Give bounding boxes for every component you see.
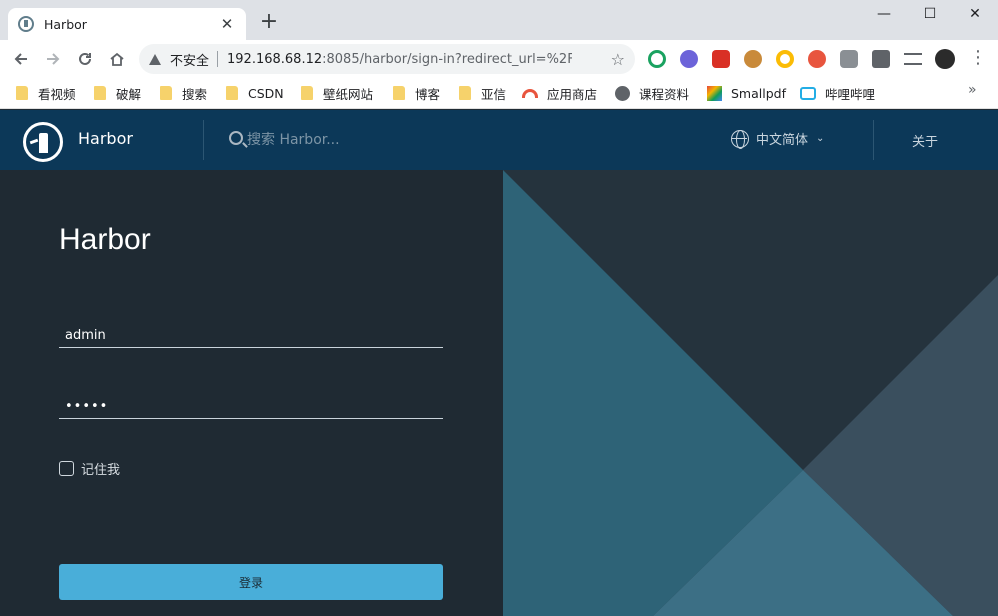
login-title: Harbor <box>59 223 151 256</box>
minimize-button[interactable]: — <box>861 0 907 28</box>
bookmark-item[interactable]: 课程资料 <box>615 83 689 103</box>
remember-me-label[interactable]: 记住我 <box>81 459 120 478</box>
bookmark-label: 哔哩哔哩 <box>825 86 876 102</box>
bookmark-label: 破解 <box>116 86 142 102</box>
app-header: Harbor 中文简体 ⌄ 关于 <box>0 110 998 170</box>
folder-icon <box>94 86 106 100</box>
remember-me-checkbox[interactable] <box>59 461 74 476</box>
login-button[interactable]: 登录 <box>59 564 443 600</box>
security-status[interactable]: 不安全 <box>170 50 209 69</box>
bookmark-item[interactable]: 搜索 <box>160 83 207 103</box>
about-link[interactable]: 关于 <box>912 131 938 150</box>
folder-icon <box>226 86 238 100</box>
browser-toolbar: 不安全 192.168.68.12 :8085/harbor/sign-in?r… <box>0 40 998 78</box>
search-icon <box>229 131 243 145</box>
globe-icon <box>731 129 749 149</box>
extension-chrome-icon[interactable] <box>776 50 794 68</box>
bookmark-label: 亚信 <box>481 86 507 102</box>
bookmark-item[interactable]: Smallpdf <box>707 83 786 103</box>
folder-icon <box>160 86 172 100</box>
header-divider <box>873 120 874 160</box>
bookmark-item[interactable]: 破解 <box>94 83 141 103</box>
bookmark-item[interactable]: 博客 <box>393 83 440 103</box>
url-path: :8085/harbor/sign-in?redirect_url=%2Fhar… <box>322 51 573 67</box>
bookmark-label: 看视频 <box>38 86 76 102</box>
password-input[interactable] <box>59 395 443 419</box>
maximize-button[interactable]: ☐ <box>907 0 953 28</box>
login-panel: Harbor 记住我 登录 <box>0 170 503 616</box>
app-name[interactable]: Harbor <box>78 129 133 148</box>
rainbow-icon <box>522 88 538 98</box>
bookmark-label: 壁纸网站 <box>323 86 374 102</box>
bookmark-label: 应用商店 <box>547 86 598 102</box>
bilibili-icon <box>800 86 816 100</box>
bookmarks-overflow-icon[interactable]: » <box>968 82 977 98</box>
extension-green-icon[interactable] <box>648 50 666 68</box>
bookmark-label: CSDN <box>248 85 284 101</box>
folder-icon <box>16 86 28 100</box>
browser-tab[interactable]: Harbor ✕ <box>8 8 246 40</box>
header-divider <box>203 120 204 160</box>
global-search-input[interactable] <box>247 129 447 151</box>
remember-me[interactable]: 记住我 <box>59 459 120 478</box>
profile-avatar[interactable] <box>935 49 955 69</box>
extension-check-icon[interactable] <box>680 50 698 68</box>
bookmark-label: 搜索 <box>182 86 208 102</box>
forward-arrow-icon[interactable] <box>41 47 65 71</box>
bookmark-label: Smallpdf <box>731 85 786 101</box>
bookmark-label: 课程资料 <box>639 86 690 102</box>
harbor-favicon-icon <box>18 16 34 32</box>
folder-icon <box>393 86 405 100</box>
chevron-down-icon: ⌄ <box>816 133 825 144</box>
home-icon[interactable] <box>105 47 129 71</box>
harbor-logo-icon[interactable] <box>23 122 63 162</box>
browser-menu-icon[interactable]: ⋮ <box>969 49 987 69</box>
url-separator <box>217 51 219 67</box>
language-label: 中文简体 <box>756 133 809 148</box>
extension-cookie-icon[interactable] <box>744 50 762 68</box>
reload-icon[interactable] <box>73 47 97 71</box>
bookmark-item[interactable]: 看视频 <box>16 83 76 103</box>
bookmark-item[interactable]: 应用商店 <box>522 83 597 103</box>
extensions-puzzle-icon[interactable] <box>872 50 890 68</box>
bookmark-star-icon[interactable]: ☆ <box>611 50 625 69</box>
smallpdf-icon <box>707 85 722 101</box>
language-selector[interactable]: 中文简体 ⌄ <box>731 129 825 149</box>
extension-fe-icon[interactable] <box>712 50 730 68</box>
address-bar[interactable]: 不安全 192.168.68.12 :8085/harbor/sign-in?r… <box>139 44 635 74</box>
browser-tab-strip: Harbor ✕ + — ☐ ✕ <box>0 0 998 40</box>
not-secure-warning-icon[interactable] <box>149 53 161 65</box>
tab-title: Harbor <box>44 16 87 32</box>
bookmark-label: 博客 <box>415 86 441 102</box>
decorative-background <box>503 170 998 616</box>
bookmarks-bar: 看视频 破解 搜索 CSDN 壁纸网站 博客 亚信 应用商店 课程资料 Smal… <box>0 78 998 109</box>
extension-infinity-icon[interactable] <box>808 50 826 68</box>
bookmark-item[interactable]: 哔哩哔哩 <box>800 83 875 103</box>
url-host: 192.168.68.12 <box>227 51 323 67</box>
folder-icon <box>459 86 471 100</box>
back-arrow-icon[interactable] <box>9 47 33 71</box>
tab-close-icon[interactable]: ✕ <box>218 15 236 33</box>
bookmark-item[interactable]: CSDN <box>226 83 284 103</box>
globe-icon <box>615 85 630 101</box>
bookmark-item[interactable]: 壁纸网站 <box>301 83 373 103</box>
new-tab-button[interactable]: + <box>258 11 280 34</box>
extension-download-icon[interactable] <box>840 50 858 68</box>
close-window-button[interactable]: ✕ <box>952 0 998 28</box>
media-control-icon[interactable] <box>904 53 922 65</box>
bookmark-item[interactable]: 亚信 <box>459 83 506 103</box>
folder-icon <box>301 86 313 100</box>
username-input[interactable] <box>59 324 443 348</box>
